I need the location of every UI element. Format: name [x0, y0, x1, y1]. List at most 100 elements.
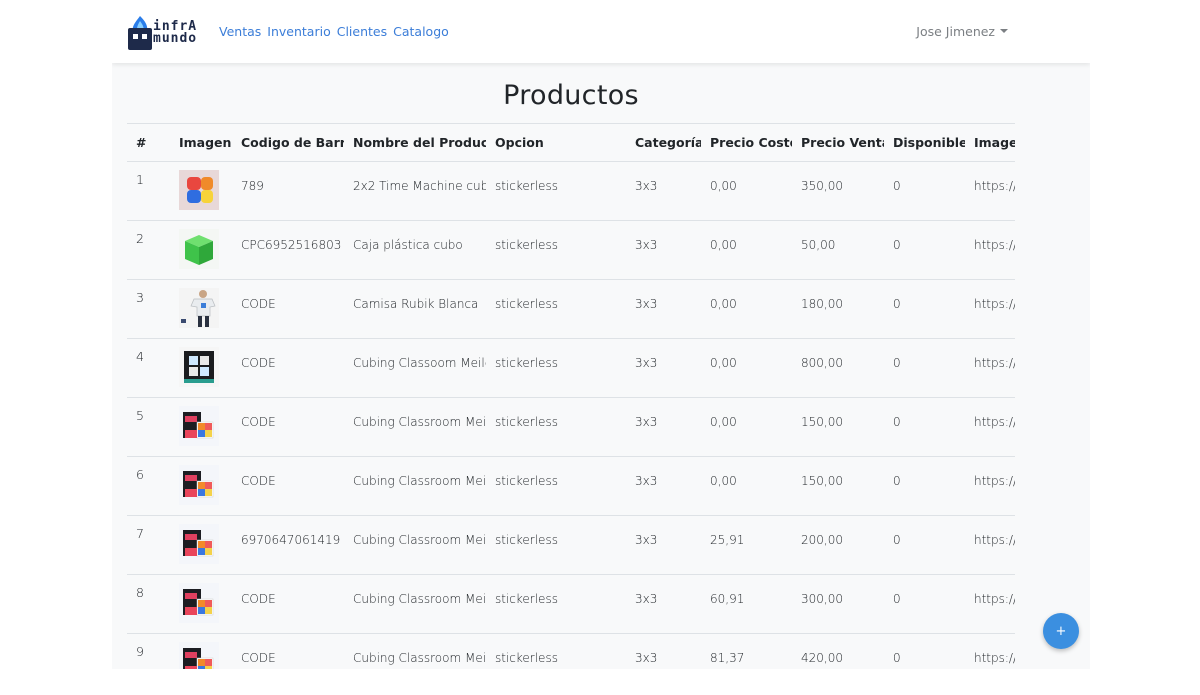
table-row[interactable]: 2 CPC6952516803 Caja plástica cubo stick…: [127, 220, 1015, 280]
cell-image: [170, 279, 232, 339]
cell-sale-price: 800,00: [792, 338, 884, 398]
product-thumbnail-black-box: [179, 347, 219, 387]
cell-cost-price: 0,00: [701, 279, 792, 339]
cell-image: [170, 397, 232, 457]
table-row[interactable]: 8 CODE Cubing Classroom Meilo stickerles…: [127, 574, 1015, 634]
products-table-container[interactable]: # Imagen Codigo de Barra Nombre del Prod…: [127, 123, 1015, 669]
nav-links: Ventas Inventario Clientes Catalogo: [219, 24, 449, 39]
cell-barcode: 789: [232, 161, 344, 221]
table-row[interactable]: 7 6970647061419 Cubing Classroom Meilo s…: [127, 515, 1015, 575]
cell-option: stickerless: [486, 574, 626, 634]
nav-link-clientes[interactable]: Clientes: [337, 24, 387, 39]
cell-number: 2: [127, 220, 170, 280]
cell-available: 0: [884, 574, 965, 634]
table-row[interactable]: 4 CODE Cubing Classoom Meilo stickerless…: [127, 338, 1015, 398]
cell-barcode: CODE: [232, 397, 344, 457]
cell-product-name: Cubing Classroom Meilo: [344, 574, 486, 634]
nav-link-ventas[interactable]: Ventas: [219, 24, 261, 39]
cell-available: 0: [884, 397, 965, 457]
product-thumbnail-cube-box: [179, 524, 219, 564]
cell-category: 3x3: [626, 279, 701, 339]
cell-available: 0: [884, 456, 965, 516]
cell-image-url: https://s: [965, 574, 1015, 634]
header-image-url: Imagen: [965, 123, 1015, 162]
cell-number: 4: [127, 338, 170, 398]
cell-sale-price: 200,00: [792, 515, 884, 575]
cell-barcode: CPC6952516803: [232, 220, 344, 280]
cell-image-url: https://s: [965, 515, 1015, 575]
add-product-button[interactable]: +: [1043, 613, 1079, 649]
cell-option: stickerless: [486, 397, 626, 457]
cell-cost-price: 81,37: [701, 633, 792, 669]
header-image: Imagen: [170, 123, 232, 162]
cell-barcode: CODE: [232, 338, 344, 398]
cell-cost-price: 0,00: [701, 338, 792, 398]
header-sale-price: Precio Venta: [792, 123, 884, 162]
cell-category: 3x3: [626, 574, 701, 634]
cell-category: 3x3: [626, 338, 701, 398]
cell-sale-price: 50,00: [792, 220, 884, 280]
table-row[interactable]: 1 789 2x2 Time Machine cube stickerless …: [127, 161, 1015, 221]
cell-number: 6: [127, 456, 170, 516]
cell-number: 3: [127, 279, 170, 339]
table-row[interactable]: 9 CODE Cubing Classroom Meilo stickerles…: [127, 633, 1015, 669]
cell-sale-price: 150,00: [792, 397, 884, 457]
product-thumbnail-cube-2x2: [179, 170, 219, 210]
nav-link-inventario[interactable]: Inventario: [267, 24, 330, 39]
user-name: Jose Jimenez: [916, 24, 995, 39]
navbar: infrA mundo Ventas Inventario Clientes C…: [112, 0, 1090, 63]
product-thumbnail-cube-box: [179, 406, 219, 446]
cell-number: 7: [127, 515, 170, 575]
cell-image: [170, 161, 232, 221]
cell-number: 1: [127, 161, 170, 221]
cell-available: 0: [884, 161, 965, 221]
cell-product-name: Cubing Classroom Meilo: [344, 456, 486, 516]
cell-cost-price: 0,00: [701, 397, 792, 457]
cell-image: [170, 633, 232, 669]
cell-cost-price: 0,00: [701, 161, 792, 221]
cell-number: 9: [127, 633, 170, 669]
cell-option: stickerless: [486, 220, 626, 280]
table-row[interactable]: 6 CODE Cubing Classroom Meilo stickerles…: [127, 456, 1015, 516]
product-thumbnail-cube-box: [179, 583, 219, 623]
product-thumbnail-green-box: [179, 229, 219, 269]
cell-option: stickerless: [486, 279, 626, 339]
cell-image-url: https://s: [965, 633, 1015, 669]
table-row[interactable]: 3 CODE Camisa Rubik Blanca stickerless 3…: [127, 279, 1015, 339]
cell-option: stickerless: [486, 456, 626, 516]
cell-barcode: 6970647061419: [232, 515, 344, 575]
cell-image: [170, 220, 232, 280]
brand-logo[interactable]: infrA mundo: [126, 12, 210, 52]
cell-available: 0: [884, 279, 965, 339]
cell-category: 3x3: [626, 515, 701, 575]
cell-product-name: 2x2 Time Machine cube: [344, 161, 486, 221]
user-menu-dropdown[interactable]: Jose Jimenez: [916, 24, 1008, 39]
cell-cost-price: 0,00: [701, 220, 792, 280]
header-barcode: Codigo de Barra: [232, 123, 344, 162]
header-available: Disponible: [884, 123, 965, 162]
page-title: Productos: [503, 80, 639, 111]
cell-available: 0: [884, 633, 965, 669]
cell-available: 0: [884, 220, 965, 280]
nav-link-catalogo[interactable]: Catalogo: [393, 24, 449, 39]
cell-sale-price: 300,00: [792, 574, 884, 634]
cell-image-url: https://s: [965, 161, 1015, 221]
cell-category: 3x3: [626, 456, 701, 516]
table-header-row: # Imagen Codigo de Barra Nombre del Prod…: [127, 123, 1015, 162]
cell-number: 5: [127, 397, 170, 457]
header-cost-price: Precio Costo: [701, 123, 792, 162]
cell-barcode: CODE: [232, 633, 344, 669]
table-row[interactable]: 5 CODE Cubing Classroom Meilo stickerles…: [127, 397, 1015, 457]
cell-sale-price: 180,00: [792, 279, 884, 339]
header-number: #: [127, 123, 170, 162]
cell-image: [170, 456, 232, 516]
cell-category: 3x3: [626, 220, 701, 280]
cell-product-name: Caja plástica cubo: [344, 220, 486, 280]
cell-barcode: CODE: [232, 279, 344, 339]
cell-cost-price: 60,91: [701, 574, 792, 634]
cell-cost-price: 25,91: [701, 515, 792, 575]
cell-image: [170, 515, 232, 575]
cell-category: 3x3: [626, 161, 701, 221]
cell-image-url: https://s: [965, 338, 1015, 398]
cell-cost-price: 0,00: [701, 456, 792, 516]
